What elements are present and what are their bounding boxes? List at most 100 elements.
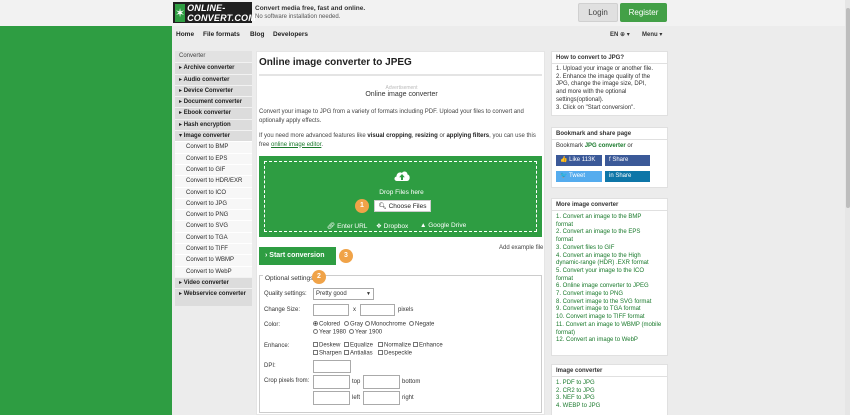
choose-files-button[interactable]: 🔍︎ Choose Files <box>374 200 431 212</box>
page-scrollbar[interactable] <box>845 0 850 415</box>
howto-steps: 1. Upload your image or another file. 2.… <box>556 66 653 112</box>
sidebar-item-image[interactable]: ▾ Image converter <box>175 130 252 142</box>
crop-right-label: right <box>402 395 414 401</box>
color-colored-radio[interactable]: Colored <box>313 321 340 328</box>
sidebar-sub-eps[interactable]: Convert to EPS <box>175 152 252 164</box>
sidebar-item-label: Device Converter <box>183 87 234 94</box>
height-input[interactable] <box>360 304 395 316</box>
more-converter-link[interactable]: 4. Convert an image to the High <box>556 253 661 261</box>
sidebar-item-device[interactable]: ▸ Device Converter <box>175 84 252 97</box>
sidebar-sub-webp[interactable]: Convert to WebP <box>175 265 252 277</box>
checkbox-label: Antialias <box>350 350 373 357</box>
nav-blog[interactable]: Blog <box>250 31 264 38</box>
sidebar-item-ebook[interactable]: ▸ Ebook converter <box>175 107 252 119</box>
nav-developers[interactable]: Developers <box>273 31 308 38</box>
more-converter-link[interactable]: 7. Convert image to PNG <box>556 291 661 299</box>
more-converter-link[interactable]: 5. Convert your image to the ICO <box>556 268 661 276</box>
color-year1980-radio[interactable]: Year 1980 <box>313 329 346 336</box>
more-converter-link[interactable]: format) <box>556 330 661 338</box>
dropbox-link[interactable]: ❖ Dropbox <box>376 222 408 230</box>
sidebar-sub-gif[interactable]: Convert to GIF <box>175 163 252 176</box>
more-converter-link[interactable]: dynamic-range (HDR) .EXR format <box>556 260 661 268</box>
enhance-sharpen-checkbox[interactable]: Sharpen <box>313 350 342 357</box>
page-title: Online image converter to JPEG <box>259 57 412 68</box>
add-example-file-link[interactable]: Add example file <box>499 245 543 251</box>
image-converter-link[interactable]: 1. PDF to JPG <box>556 380 600 388</box>
enhance-despeckle-checkbox[interactable]: Despeckle <box>378 350 412 357</box>
facebook-share-button[interactable]: f Share <box>605 155 650 166</box>
more-converter-link[interactable]: 11. Convert an image to WBMP (mobile <box>556 322 661 330</box>
color-year1900-radio[interactable]: Year 1900 <box>349 329 382 336</box>
start-conversion-label: Start conversion <box>269 252 325 259</box>
more-converter-link[interactable]: 1. Convert an image to the BMP <box>556 214 661 222</box>
twitter-tweet-button[interactable]: 🐦 Tweet <box>556 171 602 182</box>
checkbox-label: Enhance <box>419 342 443 349</box>
sidebar-item-document[interactable]: ▸ Document converter <box>175 96 252 108</box>
color-gray-radio[interactable]: Gray <box>344 321 363 328</box>
start-conversion-button[interactable]: › Start conversion <box>259 247 336 265</box>
bookmark-page-link[interactable]: JPG converter <box>585 143 626 149</box>
language-selector[interactable]: EN ⊕ ▾ <box>610 31 630 38</box>
sidebar-sub-png[interactable]: Convert to PNG <box>175 209 252 221</box>
enhance-enhance-checkbox[interactable]: Enhance <box>413 342 443 349</box>
howto-step-line: 1. Upload your image or another file. <box>556 66 654 72</box>
sidebar-sub-hdr[interactable]: Convert to HDR/EXR <box>175 175 252 187</box>
login-button[interactable]: Login <box>578 3 618 22</box>
crop-right-input[interactable] <box>363 391 400 405</box>
sidebar-item-webservice[interactable]: ▸ Webservice converter <box>175 288 252 307</box>
more-converter-link[interactable]: 2. Convert an image to the EPS <box>556 229 661 237</box>
radio-label: Year 1900 <box>355 329 383 336</box>
crop-left-input[interactable] <box>313 391 350 405</box>
more-converter-link[interactable]: format <box>556 222 661 230</box>
register-button[interactable]: Register <box>620 3 667 22</box>
site-logo[interactable]: ✶ ONLINE-CONVERT.COM <box>173 2 256 23</box>
sidebar-item-archive[interactable]: ▸ Archive converter <box>175 62 252 74</box>
width-input[interactable] <box>313 304 349 316</box>
crop-label: Crop pixels from: <box>264 378 310 384</box>
sidebar-sub-bmp[interactable]: Convert to BMP <box>175 141 252 153</box>
more-converter-link[interactable]: 12. Convert an image to WebP <box>556 337 661 345</box>
online-image-editor-link[interactable]: online image editor <box>271 142 321 148</box>
scrollbar-thumb[interactable] <box>845 8 850 208</box>
quality-select[interactable]: Pretty good ▼ <box>313 288 374 300</box>
enter-url-link[interactable]: 🔗︎ Enter URL <box>327 222 367 230</box>
sidebar-sub-ico[interactable]: Convert to ICO <box>175 186 252 198</box>
enhance-deskew-checkbox[interactable]: Deskew <box>313 342 340 349</box>
more-converter-link[interactable]: 6. Online image converter to JPEG <box>556 283 661 291</box>
sidebar-sub-svg[interactable]: Convert to SVG <box>175 220 252 232</box>
color-monochrome-radio[interactable]: Monochrome <box>365 321 406 328</box>
sidebar-sub-jpg[interactable]: Convert to JPG <box>175 197 252 210</box>
radio-icon <box>365 321 370 326</box>
nav-home[interactable]: Home <box>176 31 194 38</box>
enhance-antialias-checkbox[interactable]: Antialias <box>344 350 373 357</box>
crop-top-input[interactable] <box>313 375 350 389</box>
more-converter-link[interactable]: 3. Convert files to GIF <box>556 245 661 253</box>
color-negate-radio[interactable]: Negate <box>409 321 434 328</box>
sidebar-sub-wbmp[interactable]: Convert to WBMP <box>175 254 252 266</box>
sidebar-item-video[interactable]: ▸ Video converter <box>175 276 252 289</box>
checkbox-label: Sharpen <box>319 350 342 357</box>
file-dropzone[interactable]: Drop Files here 1 🔍︎ Choose Files 🔗︎ Ent… <box>259 156 542 237</box>
more-converter-link[interactable]: 9. Convert image to TGA format <box>556 306 661 314</box>
sidebar-sub-tiff[interactable]: Convert to TIFF <box>175 243 252 255</box>
applying-filters-text: applying filters <box>446 133 490 139</box>
google-drive-link[interactable]: ▲ Google Drive <box>420 222 466 229</box>
more-converter-link[interactable]: format <box>556 276 661 284</box>
enhance-normalize-checkbox[interactable]: Normalize <box>378 342 411 349</box>
menu-dropdown[interactable]: Menu ▾ <box>642 31 662 38</box>
image-converter-link[interactable]: 3. NEF to JPG <box>556 395 600 403</box>
nav-file-formats[interactable]: File formats <box>203 31 240 38</box>
sidebar-item-hash[interactable]: ▸ Hash encryption <box>175 118 252 131</box>
sidebar-sub-tga[interactable]: Convert to TGA <box>175 231 252 244</box>
facebook-like-button[interactable]: 👍 Like 113K <box>556 155 602 166</box>
more-converter-link[interactable]: 10. Convert image to TIFF format <box>556 314 661 322</box>
more-converter-link[interactable]: format <box>556 237 661 245</box>
image-converter-link[interactable]: 4. WEBP to JPG <box>556 403 600 411</box>
linkedin-share-button[interactable]: in Share <box>605 171 650 182</box>
dpi-input[interactable] <box>313 360 351 373</box>
sidebar-item-audio[interactable]: ▸ Audio converter <box>175 73 252 85</box>
more-converter-link[interactable]: 8. Convert image to the SVG format <box>556 299 661 307</box>
enhance-equalize-checkbox[interactable]: Equalize <box>344 342 373 349</box>
image-converter-link[interactable]: 2. CR2 to JPG <box>556 388 600 396</box>
crop-bottom-input[interactable] <box>363 375 400 389</box>
